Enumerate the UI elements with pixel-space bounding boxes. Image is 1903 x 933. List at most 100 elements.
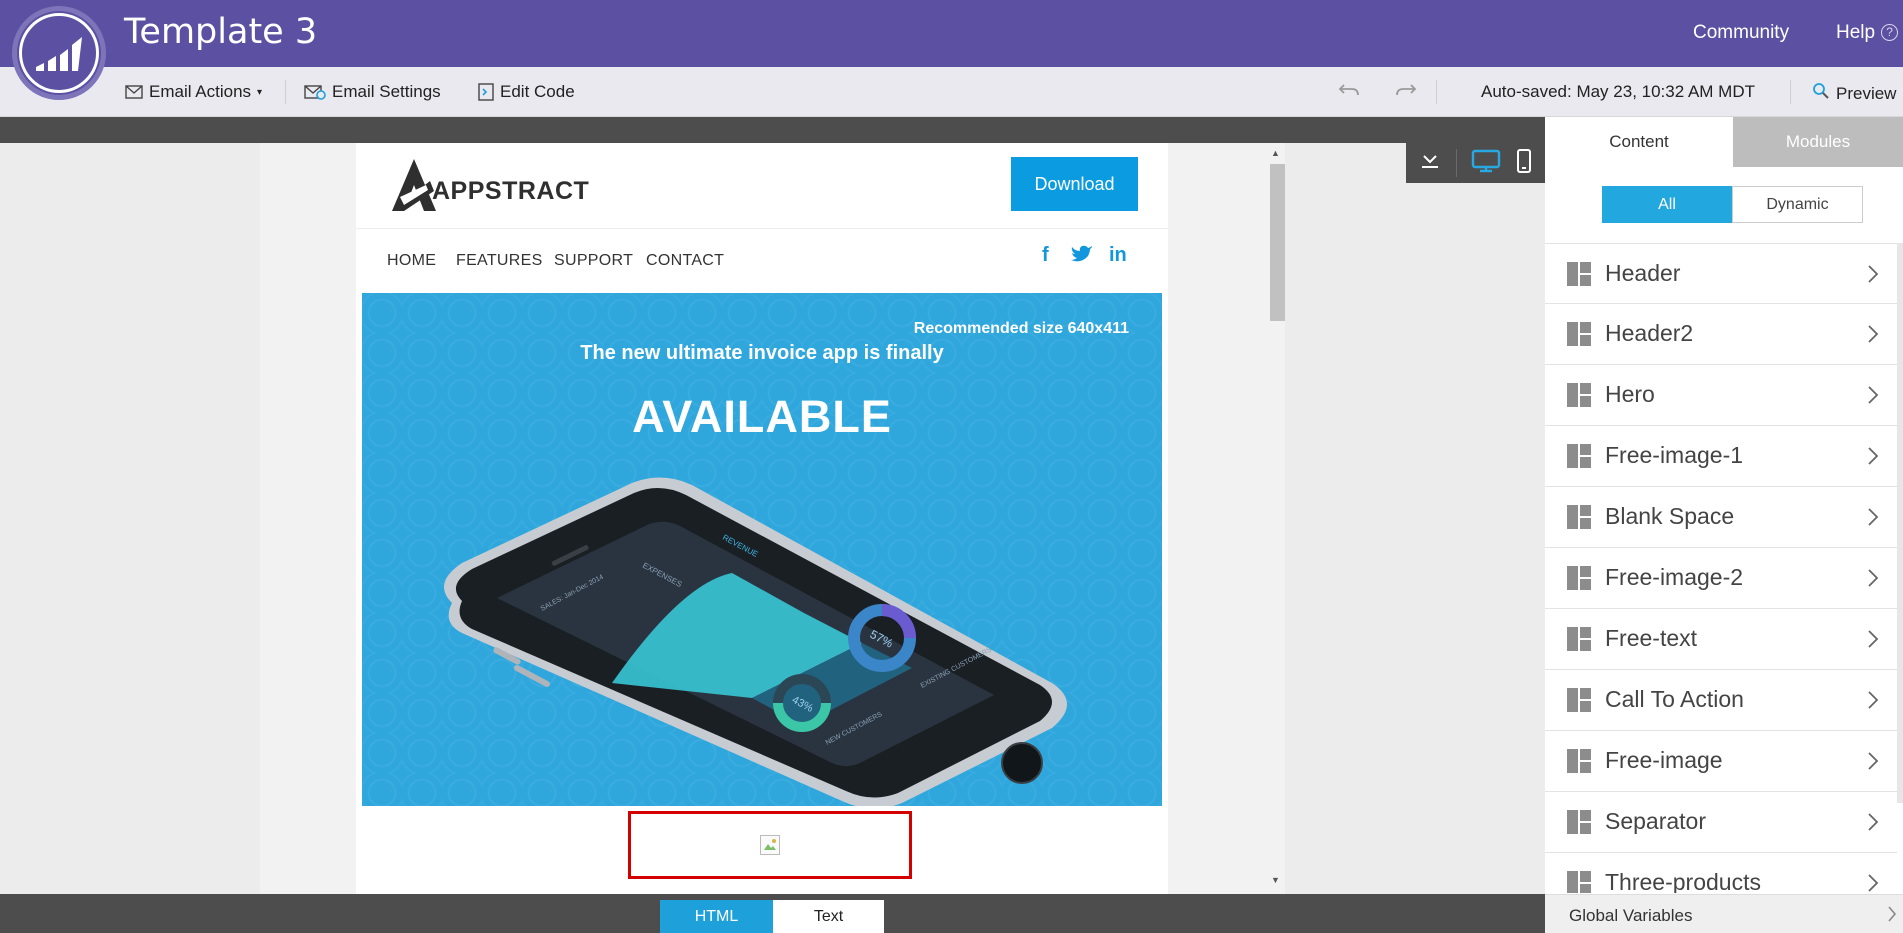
app-title: Template 3 — [124, 12, 318, 52]
magnifier-icon — [1812, 82, 1830, 105]
brand-logo: APPSTRACT — [390, 157, 589, 213]
download-button[interactable]: Download — [1011, 157, 1138, 211]
content-list-item-label: Free-text — [1605, 625, 1698, 651]
email-header-module[interactable]: APPSTRACT Download — [356, 143, 1168, 229]
module-layout-icon — [1567, 627, 1591, 656]
email-settings-button[interactable]: Email Settings — [304, 82, 441, 102]
content-list-item-label: Separator — [1605, 808, 1707, 834]
module-layout-icon — [1567, 444, 1591, 473]
collapse-icon[interactable] — [1419, 151, 1441, 176]
chevron-right-icon — [1867, 507, 1879, 532]
view-toggle-divider — [1455, 149, 1457, 177]
toolbar-divider — [285, 80, 286, 104]
nav-home[interactable]: HOME — [387, 252, 436, 270]
module-layout-icon — [1567, 262, 1591, 291]
content-list-item-label: Blank Space — [1605, 503, 1735, 529]
content-list-item[interactable]: Free-image-2 — [1545, 548, 1897, 609]
hero-subtitle: The new ultimate invoice app is finally — [580, 342, 944, 364]
toolbar-divider — [1436, 80, 1437, 104]
twitter-icon[interactable] — [1071, 244, 1093, 268]
content-list-item-label: Free-image — [1605, 747, 1723, 773]
chevron-right-icon — [1887, 905, 1897, 928]
content-list-item[interactable]: Free-image — [1545, 731, 1897, 792]
content-list-item-label: Header — [1605, 260, 1681, 286]
content-list-item[interactable]: Header2 — [1545, 304, 1897, 365]
editor-toolbar: Email Actions ▾ Email Settings Edit Code… — [0, 67, 1903, 117]
content-list-item-label: Hero — [1605, 381, 1655, 407]
tab-modules[interactable]: Modules — [1733, 117, 1903, 167]
nav-support[interactable]: SUPPORT — [554, 252, 633, 270]
undo-button[interactable] — [1338, 82, 1360, 103]
content-list-item[interactable]: Free-text — [1545, 609, 1897, 670]
help-label: Help — [1836, 22, 1876, 43]
help-link[interactable]: Help? — [1836, 22, 1899, 44]
content-list-item-label: Free-image-1 — [1605, 442, 1744, 468]
community-link[interactable]: Community — [1693, 22, 1789, 44]
filter-dynamic-button[interactable]: Dynamic — [1732, 186, 1863, 223]
content-list: Header Header2 Hero Free-image-1 Blank Space… — [1545, 243, 1897, 893]
selected-image-module[interactable] — [628, 811, 912, 879]
module-layout-icon — [1567, 749, 1591, 778]
nav-contact[interactable]: CONTACT — [646, 252, 724, 270]
panel-tabs: Content Modules — [1545, 117, 1903, 167]
edit-code-button[interactable]: Edit Code — [478, 82, 575, 102]
chevron-right-icon — [1867, 446, 1879, 471]
content-list-item[interactable]: Header — [1545, 243, 1897, 304]
content-list-item[interactable]: Call To Action — [1545, 670, 1897, 731]
redo-icon — [1395, 82, 1417, 103]
marketo-logo[interactable] — [12, 6, 106, 100]
tab-content[interactable]: Content — [1545, 117, 1733, 167]
canvas-scrollbar-thumb[interactable] — [1270, 164, 1285, 321]
module-layout-icon — [1567, 871, 1591, 893]
email-nav-module[interactable]: HOME FEATURES SUPPORT CONTACT f in — [356, 230, 1168, 290]
hero-module[interactable]: Recommended size 640x411 The new ultimat… — [362, 293, 1162, 806]
scroll-up-icon[interactable]: ▲ — [1271, 148, 1280, 158]
module-layout-icon — [1567, 322, 1591, 351]
mobile-view-icon[interactable] — [1516, 148, 1532, 179]
filter-all-button[interactable]: All — [1602, 186, 1732, 223]
hero-headline: AVAILABLE — [632, 391, 892, 442]
autosave-status: Auto-saved: May 23, 10:32 AM MDT — [1481, 82, 1755, 102]
panel-scrollbar[interactable] — [1897, 243, 1903, 803]
phone-image: 57% 43% EXPENSES REVENUE SALES: Jan-Dec … — [444, 477, 1067, 806]
content-list-item[interactable]: Hero — [1545, 365, 1897, 426]
help-icon: ? — [1881, 24, 1899, 41]
desktop-view-icon[interactable] — [1471, 149, 1501, 178]
appstract-logo-icon — [392, 159, 436, 211]
canvas-header-strip — [0, 117, 1545, 143]
chevron-right-icon — [1867, 873, 1879, 893]
caret-down-icon: ▾ — [257, 86, 263, 98]
facebook-icon[interactable]: f — [1042, 244, 1049, 267]
content-list-item[interactable]: Separator — [1545, 792, 1897, 853]
chevron-right-icon — [1867, 812, 1879, 837]
module-layout-icon — [1567, 505, 1591, 534]
email-actions-menu[interactable]: Email Actions ▾ — [125, 82, 262, 102]
tab-html[interactable]: HTML — [660, 900, 773, 933]
content-list-item[interactable]: Free-image-1 — [1545, 426, 1897, 487]
chevron-right-icon — [1867, 568, 1879, 593]
preview-button[interactable]: Preview — [1812, 82, 1896, 105]
global-variables-bar[interactable]: Global Variables — [1545, 894, 1903, 933]
envelope-icon — [125, 85, 143, 99]
redo-button[interactable] — [1395, 82, 1417, 103]
bottom-bar: HTML Text — [0, 894, 1545, 933]
chevron-right-icon — [1867, 264, 1879, 289]
preview-label: Preview — [1836, 83, 1897, 103]
chevron-right-icon — [1867, 324, 1879, 349]
content-list-item[interactable]: Blank Space — [1545, 487, 1897, 548]
scroll-down-icon[interactable]: ▼ — [1271, 875, 1280, 885]
code-file-icon — [478, 83, 494, 101]
broken-image-icon — [760, 835, 780, 855]
brand-name: APPSTRACT — [432, 176, 590, 205]
chevron-right-icon — [1867, 751, 1879, 776]
nav-features[interactable]: FEATURES — [456, 252, 543, 270]
email-actions-label: Email Actions — [149, 82, 252, 101]
content-list-item-label: Header2 — [1605, 320, 1694, 346]
tab-text[interactable]: Text — [773, 900, 884, 933]
toolbar-divider — [1790, 80, 1791, 104]
linkedin-icon[interactable]: in — [1109, 244, 1127, 267]
email-preview: APPSTRACT Download HOME FEATURES SUPPORT… — [356, 143, 1168, 894]
view-toggle-bar — [1406, 143, 1545, 183]
module-layout-icon — [1567, 810, 1591, 839]
content-list-item[interactable]: Three-products — [1545, 853, 1897, 893]
